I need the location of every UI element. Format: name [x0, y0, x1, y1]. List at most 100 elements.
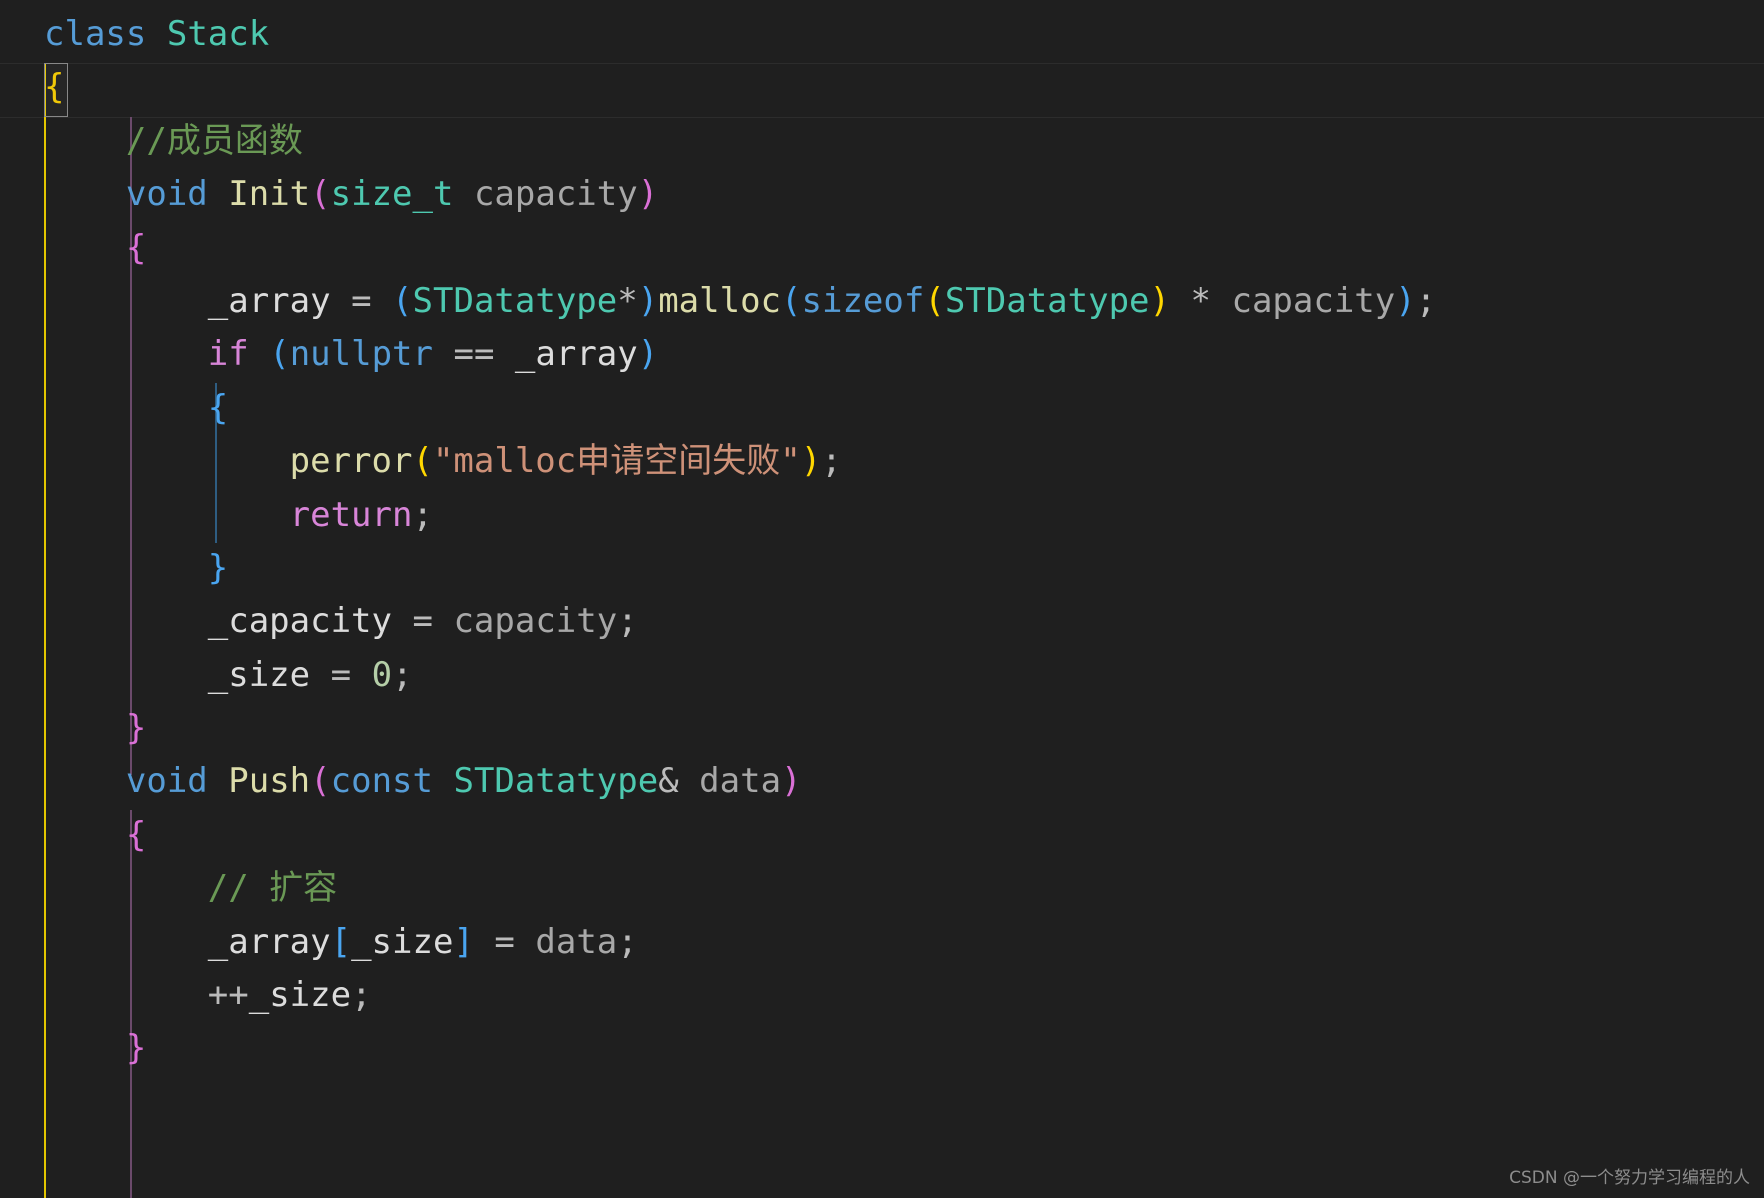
code-token: ++	[207, 975, 249, 1016]
code-token: sizeof	[801, 280, 925, 321]
code-line[interactable]: class Stack	[0, 8, 1764, 61]
code-line[interactable]: void Init(size_t capacity)	[0, 168, 1764, 221]
code-token: ]	[453, 921, 474, 962]
code-line-text: _array[_size] = data;	[0, 916, 638, 969]
code-line[interactable]: {	[0, 222, 1764, 275]
code-line[interactable]: _size = 0;	[0, 649, 1764, 702]
code-token: nullptr	[289, 334, 433, 375]
code-token: class	[44, 14, 147, 54]
code-token: (	[310, 761, 331, 802]
code-line[interactable]: perror("malloc申请空间失败");	[0, 435, 1764, 488]
code-token: ==	[453, 334, 495, 375]
code-line-text: ++_size;	[0, 969, 372, 1022]
csdn-watermark: CSDN @一个努力学习编程的人	[1509, 1168, 1750, 1188]
code-token: capacity	[453, 601, 618, 642]
code-token: (	[412, 441, 433, 482]
code-token: {	[125, 227, 147, 268]
code-line[interactable]: ++_size;	[0, 969, 1764, 1022]
code-content[interactable]: class Stack{ //成员函数 void Init(size_t cap…	[0, 0, 1764, 1198]
code-token: STDatatype	[453, 761, 659, 802]
code-line-text: perror("malloc申请空间失败");	[0, 435, 842, 488]
code-token: }	[125, 1028, 147, 1069]
code-token: )	[1395, 280, 1416, 321]
code-token: // 扩容	[207, 868, 338, 909]
code-line-text: return;	[0, 489, 433, 542]
code-token: STDatatype	[412, 280, 618, 321]
code-token: &	[658, 761, 679, 802]
code-line[interactable]: if (nullptr == _array)	[0, 328, 1764, 381]
code-line[interactable]: _array[_size] = data;	[0, 916, 1764, 969]
code-token: (	[392, 280, 413, 321]
code-line[interactable]: //成员函数	[0, 115, 1764, 168]
code-line[interactable]: _array = (STDatatype*)malloc(sizeof(STDa…	[0, 275, 1764, 328]
code-token: (	[781, 280, 802, 321]
code-token: ;	[1415, 280, 1437, 321]
code-token: _capacity	[207, 601, 392, 642]
code-token: Push	[228, 761, 311, 802]
code-line-text: {	[0, 222, 146, 275]
code-token: =	[494, 921, 515, 962]
code-token: malloc	[658, 280, 782, 321]
code-line-text: _capacity = capacity;	[0, 595, 638, 648]
code-token: Init	[228, 174, 311, 215]
code-line-text: //成员函数	[0, 115, 303, 168]
code-token: capacity	[1231, 280, 1396, 321]
code-token: {	[125, 814, 147, 855]
code-line[interactable]: // 扩容	[0, 862, 1764, 915]
code-token: perror	[289, 441, 413, 482]
code-token: ;	[617, 601, 638, 642]
code-token: (	[310, 174, 331, 215]
code-line[interactable]: _capacity = capacity;	[0, 595, 1764, 648]
code-token: [	[330, 921, 352, 962]
code-token: _array	[207, 280, 331, 321]
code-line-text: }	[0, 702, 146, 755]
code-token: return	[289, 494, 413, 535]
code-line-text: }	[0, 542, 228, 595]
code-line[interactable]: {	[0, 61, 1764, 114]
code-line[interactable]: }	[0, 542, 1764, 595]
code-token: *	[617, 280, 638, 321]
code-line-text: _array = (STDatatype*)malloc(sizeof(STDa…	[0, 275, 1436, 328]
code-token: =	[351, 280, 372, 321]
code-line[interactable]: void Push(const STDatatype& data)	[0, 755, 1764, 808]
code-line[interactable]: }	[0, 1022, 1764, 1075]
code-token: =	[330, 654, 352, 695]
code-token: )	[800, 441, 822, 482]
code-token: }	[207, 547, 229, 588]
code-token: (	[269, 334, 290, 375]
code-line[interactable]: }	[0, 702, 1764, 755]
code-line-text: if (nullptr == _array)	[0, 328, 658, 381]
code-token: ;	[617, 921, 638, 962]
code-token: if	[207, 334, 249, 375]
code-token: )	[1149, 280, 1171, 321]
code-editor[interactable]: class Stack{ //成员函数 void Init(size_t cap…	[0, 0, 1764, 1198]
code-line[interactable]: {	[0, 382, 1764, 435]
code-line-text: {	[0, 809, 146, 862]
code-line-text: void Push(const STDatatype& data)	[0, 755, 802, 808]
code-line[interactable]: {	[0, 809, 1764, 862]
code-line[interactable]: return;	[0, 489, 1764, 542]
code-token: ;	[392, 654, 413, 695]
code-line-text: _size = 0;	[0, 649, 413, 702]
code-token: _array	[514, 334, 638, 375]
